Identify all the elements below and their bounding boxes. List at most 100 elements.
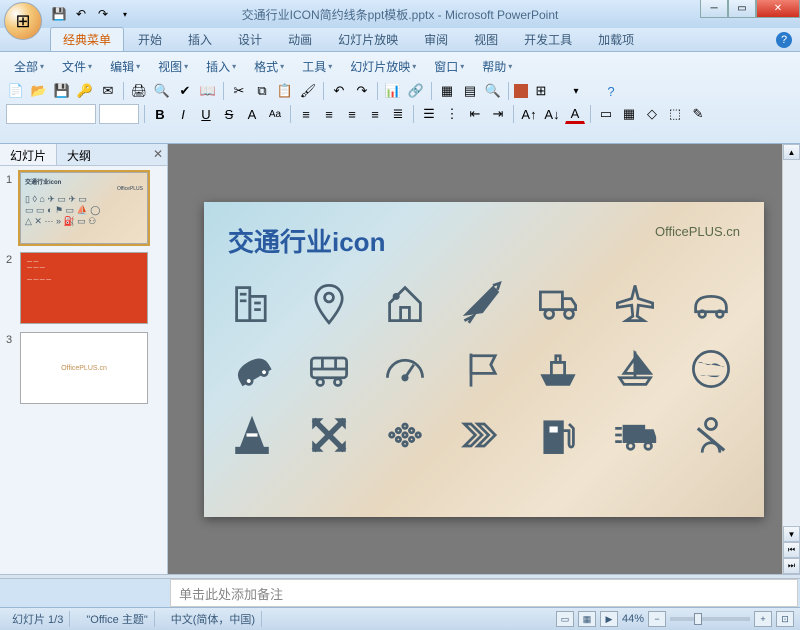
- ribbon-tab-animation[interactable]: 动画: [276, 28, 324, 51]
- slide-canvas[interactable]: 交通行业icon OfficePLUS.cn: [204, 202, 764, 517]
- save-icon[interactable]: 💾: [50, 5, 68, 23]
- bold-icon[interactable]: B: [150, 104, 170, 124]
- zoom-icon[interactable]: 🔍: [483, 81, 503, 101]
- menu-help[interactable]: 帮助▾: [474, 56, 520, 77]
- sailboat-icon[interactable]: [611, 345, 659, 393]
- thumbnail-2[interactable]: 2 — —— — —— — — —: [6, 252, 161, 324]
- shadow-icon[interactable]: A: [242, 104, 262, 124]
- close-panel-icon[interactable]: ✕: [153, 147, 163, 161]
- minimize-button[interactable]: ─: [700, 0, 728, 18]
- zoom-pct-icon[interactable]: ▾: [554, 81, 598, 101]
- ship-icon[interactable]: [534, 345, 582, 393]
- indent-dec-icon[interactable]: ⇤: [465, 104, 485, 124]
- ribbon-tab-slideshow[interactable]: 幻灯片放映: [326, 28, 410, 51]
- car-flip-icon[interactable]: [228, 345, 276, 393]
- menu-insert[interactable]: 插入▾: [198, 56, 244, 77]
- grid-icon[interactable]: ⊞: [531, 81, 551, 101]
- ribbon-tab-dev[interactable]: 开发工具: [512, 28, 584, 51]
- maximize-button[interactable]: ▭: [728, 0, 756, 18]
- redo-icon[interactable]: ↷: [352, 81, 372, 101]
- font-color-icon[interactable]: A: [565, 104, 585, 124]
- ribbon-tab-design[interactable]: 设计: [226, 28, 274, 51]
- thumb-preview[interactable]: — —— — —— — — —: [20, 252, 148, 324]
- zoom-in-icon[interactable]: +: [754, 611, 772, 627]
- research-icon[interactable]: 📖: [198, 81, 218, 101]
- gas-pump-icon[interactable]: [534, 411, 582, 459]
- hyperlink-icon[interactable]: 🔗: [406, 81, 426, 101]
- newslide-icon[interactable]: ▭: [596, 104, 616, 124]
- tab-slides[interactable]: 幻灯片: [0, 144, 57, 165]
- status-lang[interactable]: 中文(简体，中国): [165, 611, 262, 627]
- align-right-icon[interactable]: ≡: [342, 104, 362, 124]
- cross-arrows-icon[interactable]: [305, 411, 353, 459]
- distribute-icon[interactable]: ≣: [388, 104, 408, 124]
- font-combo[interactable]: [6, 104, 96, 124]
- mail-icon[interactable]: ✉: [98, 81, 118, 101]
- menu-slideshow[interactable]: 幻灯片放映▾: [342, 56, 424, 77]
- align-left-icon[interactable]: ≡: [296, 104, 316, 124]
- numbering-icon[interactable]: ⋮: [442, 104, 462, 124]
- help2-icon[interactable]: ?: [601, 81, 621, 101]
- airplane-icon[interactable]: [611, 279, 659, 327]
- new-icon[interactable]: 📄: [6, 81, 26, 101]
- menu-window[interactable]: 窗口▾: [426, 56, 472, 77]
- car-icon[interactable]: [687, 279, 735, 327]
- spell-icon[interactable]: ✔: [175, 81, 195, 101]
- indent-inc-icon[interactable]: ⇥: [488, 104, 508, 124]
- thumb-preview[interactable]: 交通行业icon OfficePLUS ▯ ◊ ⌂ ✈ ▭ ✈ ▭▭ ▭ ◐ ⚑…: [20, 172, 148, 244]
- redo-icon[interactable]: ↷: [94, 5, 112, 23]
- ribbon-tab-review[interactable]: 审阅: [412, 28, 460, 51]
- print-icon[interactable]: 🖨: [129, 81, 149, 101]
- chevrons-icon[interactable]: [458, 411, 506, 459]
- case-icon[interactable]: Aa: [265, 104, 285, 124]
- zoom-out-icon[interactable]: −: [648, 611, 666, 627]
- sorter-view-icon[interactable]: ▦: [578, 611, 596, 627]
- normal-view-icon[interactable]: ▭: [556, 611, 574, 627]
- ribbon-tab-addin[interactable]: 加载项: [586, 28, 646, 51]
- cut-icon[interactable]: ✂: [229, 81, 249, 101]
- copy-icon[interactable]: ⧉: [252, 81, 272, 101]
- slideshow-view-icon[interactable]: ▶: [600, 611, 618, 627]
- plane-crash-icon[interactable]: [458, 279, 506, 327]
- scroll-down-icon[interactable]: ▼: [783, 526, 800, 542]
- menu-all[interactable]: 全部▾: [6, 56, 52, 77]
- size-combo[interactable]: [99, 104, 139, 124]
- paste-icon[interactable]: 📋: [275, 81, 295, 101]
- layout-icon[interactable]: ▦: [619, 104, 639, 124]
- bus-icon[interactable]: [305, 345, 353, 393]
- table2-icon[interactable]: ▤: [460, 81, 480, 101]
- pin-icon[interactable]: [305, 279, 353, 327]
- seatbelt-icon[interactable]: [687, 411, 735, 459]
- building-icon[interactable]: [228, 279, 276, 327]
- format-painter-icon[interactable]: 🖌: [298, 81, 318, 101]
- table-icon[interactable]: ▦: [437, 81, 457, 101]
- zoom-slider[interactable]: [670, 617, 750, 621]
- truck-icon[interactable]: [534, 279, 582, 327]
- arrange-icon[interactable]: ⬚: [665, 104, 685, 124]
- thumbnail-3[interactable]: 3 OfficePLUS.cn: [6, 332, 161, 404]
- undo-icon[interactable]: ↶: [72, 5, 90, 23]
- italic-icon[interactable]: I: [173, 104, 193, 124]
- close-button[interactable]: ✕: [756, 0, 800, 18]
- chart-icon[interactable]: 📊: [383, 81, 403, 101]
- gauge-icon[interactable]: [381, 345, 429, 393]
- shapes-icon[interactable]: ◇: [642, 104, 662, 124]
- tab-outline[interactable]: 大纲: [57, 144, 101, 165]
- notes-pane[interactable]: 单击此处添加备注: [170, 579, 798, 607]
- open-icon[interactable]: 📂: [29, 81, 49, 101]
- dots-arrow-icon[interactable]: [381, 411, 429, 459]
- scroll-up-icon[interactable]: ▲: [783, 144, 800, 160]
- ribbon-tab-home[interactable]: 开始: [126, 28, 174, 51]
- menu-tools[interactable]: 工具▾: [294, 56, 340, 77]
- qat-dropdown-icon[interactable]: ▾: [116, 5, 134, 23]
- prev-slide-icon[interactable]: ⏮: [783, 542, 800, 558]
- quickstyle-icon[interactable]: ✎: [688, 104, 708, 124]
- ribbon-tab-classic[interactable]: 经典菜单: [50, 27, 124, 51]
- cone-icon[interactable]: [228, 411, 276, 459]
- save-icon[interactable]: 💾: [52, 81, 72, 101]
- flag-icon[interactable]: [458, 345, 506, 393]
- menu-file[interactable]: 文件▾: [54, 56, 100, 77]
- next-slide-icon[interactable]: ⏭: [783, 558, 800, 574]
- vertical-scrollbar[interactable]: ▲ ▼ ⏮ ⏭: [782, 144, 800, 574]
- thumb-preview[interactable]: OfficePLUS.cn: [20, 332, 148, 404]
